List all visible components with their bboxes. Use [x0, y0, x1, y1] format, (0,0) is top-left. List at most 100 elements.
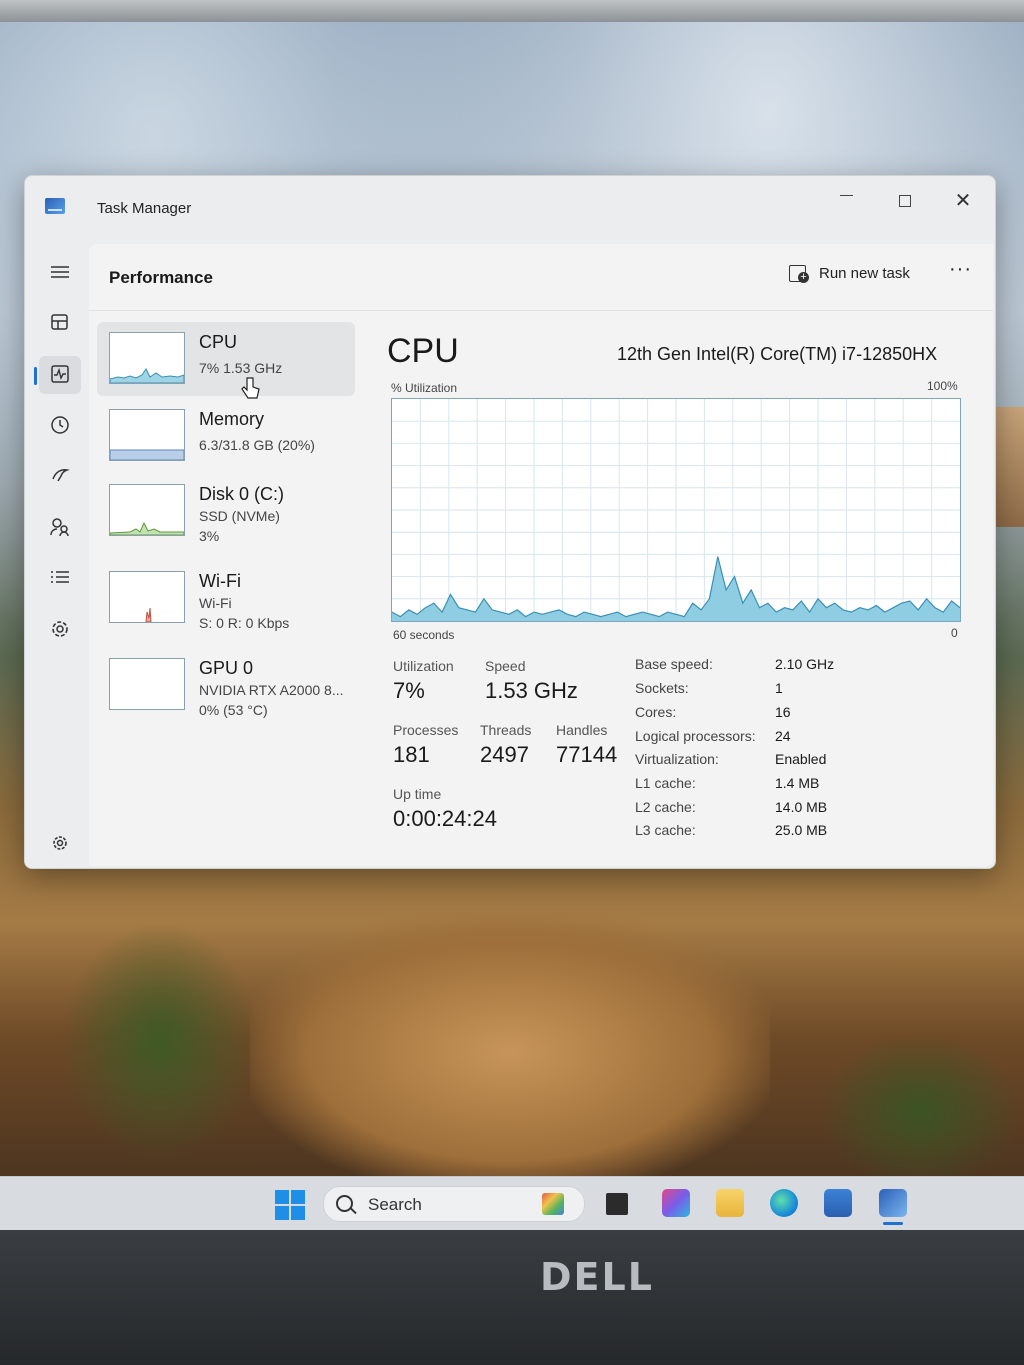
rail-active-indicator	[34, 367, 37, 385]
device-name: GPU 0	[199, 658, 254, 678]
page-title: Performance	[109, 268, 213, 287]
processes-label: Processes	[393, 722, 459, 738]
spec-value: 16	[775, 704, 791, 720]
device-detail: S: 0 R: 0 Kbps	[199, 615, 290, 631]
gpu-thumbnail-graph	[109, 658, 185, 710]
edge-icon[interactable]	[770, 1189, 798, 1217]
threads-value: 2497	[480, 742, 529, 767]
wallpaper-vegetation	[820, 1032, 1020, 1192]
startup-apps-icon	[52, 469, 70, 482]
device-detail: 6.3/31.8 GB (20%)	[199, 437, 315, 453]
hand-cursor-icon	[241, 377, 260, 399]
uptime-value: 0:00:24:24	[393, 806, 497, 831]
utilization-value: 7%	[393, 678, 425, 703]
device-memory[interactable]: Memory 6.3/31.8 GB (20%)	[97, 399, 355, 473]
memory-thumbnail-graph	[109, 409, 185, 461]
device-detail: 7% 1.53 GHz	[199, 360, 283, 376]
spec-value: 24	[775, 728, 791, 744]
rail-item-processes[interactable]	[39, 304, 81, 342]
processes-icon	[51, 314, 68, 330]
device-disk-0[interactable]: Disk 0 (C:) SSD (NVMe) 3%	[97, 474, 355, 548]
close-button[interactable]: ✕	[943, 186, 983, 216]
services-icon	[52, 621, 68, 637]
rail-item-services[interactable]	[39, 610, 81, 648]
spec-value: Enabled	[775, 751, 827, 767]
users-icon	[50, 518, 69, 537]
device-detail: 0% (53 °C)	[199, 702, 268, 718]
spec-key: Cores:	[635, 704, 677, 720]
task-manager-icon[interactable]	[879, 1189, 907, 1217]
rail-item-app-history[interactable]	[39, 406, 81, 444]
taskbar-search[interactable]: Search	[323, 1186, 585, 1222]
device-detail: 3%	[199, 528, 220, 544]
wallpaper-vegetation	[60, 922, 260, 1162]
performance-icon	[51, 365, 69, 383]
start-button[interactable]	[275, 1190, 305, 1220]
rail-item-startup-apps[interactable]	[39, 457, 81, 495]
spec-key: L3 cache:	[635, 822, 696, 838]
spec-key: Virtualization:	[635, 751, 719, 767]
maximize-button[interactable]	[885, 186, 925, 216]
speed-value: 1.53 GHz	[485, 678, 578, 703]
settings-icon	[53, 836, 67, 850]
graph-y-label: % Utilization	[391, 381, 458, 395]
device-name: Disk 0 (C:)	[199, 484, 284, 504]
spec-key: Sockets:	[635, 680, 689, 696]
handles-label: Handles	[556, 722, 608, 738]
device-name: CPU	[199, 332, 238, 352]
laptop-bezel-bottom: DELL	[0, 1230, 1024, 1365]
spec-value: 1	[775, 680, 783, 696]
file-explorer-app-icon[interactable]	[606, 1193, 628, 1215]
cpu-thumbnail-graph	[109, 332, 185, 384]
task-manager-window: Task Manager ✕ Performance Run new task …	[24, 175, 996, 869]
run-new-task-label: Run new task	[819, 265, 910, 282]
hamburger-menu-icon	[51, 266, 69, 278]
search-highlight-icon	[542, 1193, 564, 1215]
cpu-model: 12th Gen Intel(R) Core(TM) i7-12850HX	[617, 344, 938, 364]
window-title: Task Manager	[97, 200, 192, 217]
rail-item-users[interactable]	[39, 508, 81, 546]
device-cpu[interactable]: CPU 7% 1.53 GHz	[97, 322, 355, 396]
folder-icon[interactable]	[716, 1189, 744, 1217]
uptime-label: Up time	[393, 786, 442, 802]
spec-value: 25.0 MB	[775, 822, 828, 838]
rail-item-details[interactable]	[39, 559, 81, 597]
dell-logo: DELL	[540, 1255, 654, 1299]
speed-label: Speed	[485, 658, 526, 674]
more-options-button[interactable]: ···	[949, 258, 972, 281]
rail-item-performance[interactable]	[39, 356, 81, 394]
handles-value: 77144	[556, 742, 618, 767]
performance-pane: Performance Run new task ··· CPU 7% 1.53…	[89, 244, 993, 866]
device-gpu-0[interactable]: GPU 0 NVIDIA RTX A2000 8... 0% (53 °C)	[97, 648, 355, 722]
header-divider	[89, 310, 993, 311]
wifi-thumbnail-graph	[109, 571, 185, 623]
processes-value: 181	[393, 742, 430, 767]
microsoft-365-icon[interactable]	[662, 1189, 690, 1217]
wallpaper-rock	[250, 912, 770, 1192]
device-detail: NVIDIA RTX A2000 8...	[199, 682, 344, 698]
device-name: Memory	[199, 409, 265, 429]
details-icon	[51, 571, 69, 583]
settings-button[interactable]	[39, 824, 81, 862]
search-icon	[336, 1195, 353, 1212]
run-task-icon	[789, 265, 809, 283]
taskbar: Search	[0, 1176, 1024, 1231]
device-wifi[interactable]: Wi-Fi Wi-Fi S: 0 R: 0 Kbps	[97, 561, 355, 635]
active-app-indicator	[883, 1222, 903, 1225]
graph-y-max-label: 100%	[927, 379, 958, 393]
spec-value: 1.4 MB	[775, 775, 820, 791]
app-history-icon	[51, 416, 69, 434]
threads-label: Threads	[480, 722, 532, 738]
minimize-button[interactable]	[827, 186, 867, 216]
device-name: Wi-Fi	[199, 571, 241, 591]
cpu-title: CPU	[387, 332, 459, 370]
device-detail: SSD (NVMe)	[199, 508, 280, 524]
store-icon[interactable]	[824, 1189, 852, 1217]
device-detail: Wi-Fi	[199, 595, 232, 611]
graph-x-right-label: 0	[951, 626, 958, 640]
spec-value: 2.10 GHz	[775, 656, 835, 672]
hamburger-menu-button[interactable]	[39, 254, 81, 292]
spec-key: Logical processors:	[635, 728, 756, 744]
spec-key: L1 cache:	[635, 775, 696, 791]
utilization-label: Utilization	[393, 658, 454, 674]
